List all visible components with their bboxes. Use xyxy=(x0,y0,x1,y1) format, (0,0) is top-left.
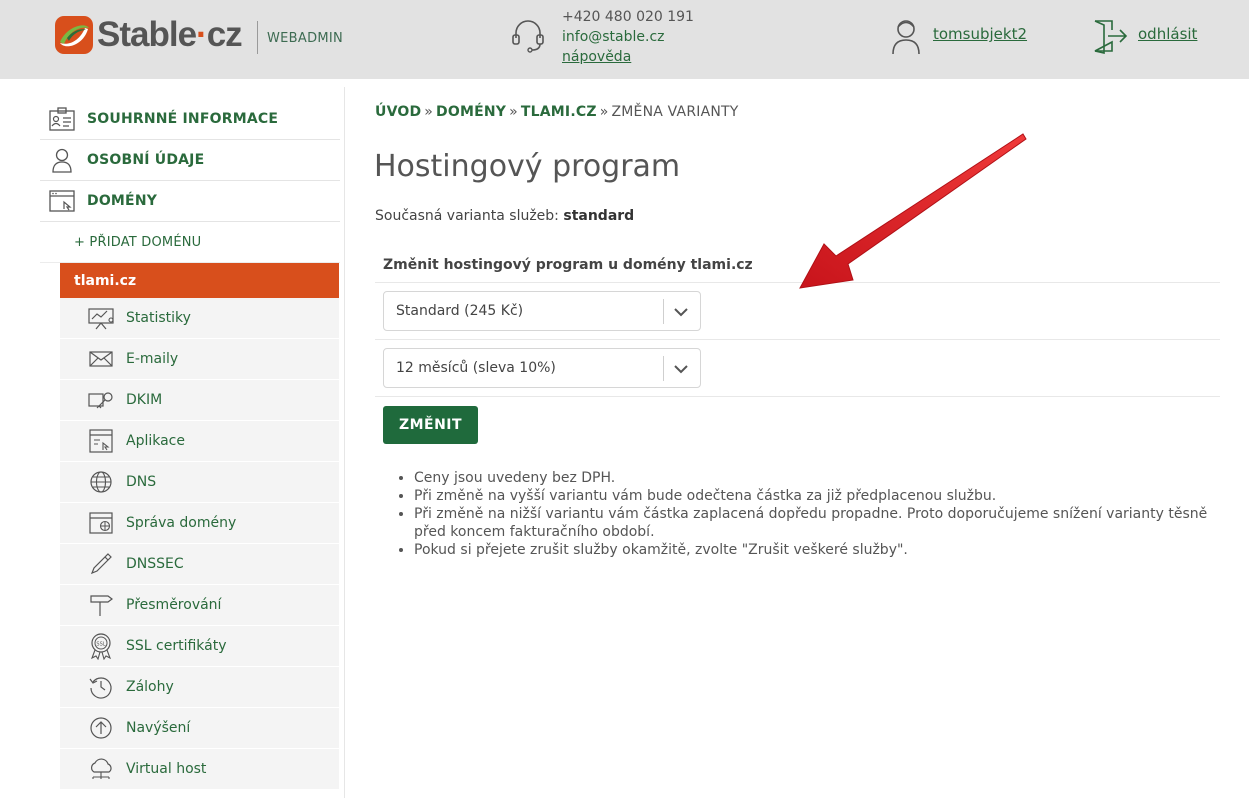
presentation-chart-icon xyxy=(87,304,115,332)
backup-clock-icon xyxy=(87,673,115,701)
note-item: Při změně na nižší variantu vám částka z… xyxy=(414,505,1224,541)
cloud-host-icon xyxy=(87,755,115,783)
current-variant: Současná varianta služeb: standard xyxy=(375,208,634,224)
logo-name: Stable xyxy=(97,15,197,54)
stable-logo[interactable]: Stable·cz xyxy=(55,15,243,55)
subnav-item-label: SSL certifikáty xyxy=(126,638,227,654)
breadcrumb-separator: » xyxy=(424,104,434,120)
breadcrumb-home[interactable]: ÚVOD xyxy=(375,104,421,120)
chevron-down-icon xyxy=(674,365,688,374)
subnav-item-label: Navýšení xyxy=(126,720,191,736)
change-button[interactable]: ZMĚNIT xyxy=(383,406,478,444)
domain-window-icon xyxy=(87,509,115,537)
subnav-item-label: DKIM xyxy=(126,392,163,408)
chevron-down-icon xyxy=(674,308,688,317)
current-variant-label: Současná varianta služeb: xyxy=(375,208,559,224)
current-variant-value: standard xyxy=(563,208,635,224)
breadcrumb-domains[interactable]: DOMÉNY xyxy=(436,104,506,120)
period-select[interactable]: 12 měsíců (sleva 10%) xyxy=(383,348,701,388)
annotation-arrow-icon xyxy=(799,133,1027,289)
subnav-item-label: Přesměrování xyxy=(126,597,222,613)
subnav-item-upgrade[interactable]: Navýšení xyxy=(60,708,339,749)
sidebar-item-label: SOUHRNNÉ INFORMACE xyxy=(87,111,279,127)
sidebar-item-summary[interactable]: SOUHRNNÉ INFORMACE xyxy=(40,99,340,140)
sidebar-item-domains[interactable]: DOMÉNY xyxy=(40,181,340,222)
subnav-item-label: Zálohy xyxy=(126,679,174,695)
page-title: Hostingový program xyxy=(374,149,681,184)
sidebar-item-personal[interactable]: OSOBNÍ ÚDAJE xyxy=(40,140,340,181)
subnav-item-redirects[interactable]: Přesměrování xyxy=(60,585,339,626)
key-icon xyxy=(87,386,115,414)
globe-icon xyxy=(87,468,115,496)
subnav-item-emails[interactable]: E-maily xyxy=(60,339,339,380)
period-row: 12 měsíců (sleva 10%) xyxy=(375,340,1220,397)
subnav-item-label: DNS xyxy=(126,474,157,490)
logout-icon xyxy=(1094,20,1128,54)
program-select-value: Standard (245 Kč) xyxy=(396,303,524,319)
breadcrumb-separator: » xyxy=(509,104,518,120)
logo-tld: cz xyxy=(206,15,243,54)
phone-number: +420 480 020 191 xyxy=(562,9,694,25)
logout-link[interactable]: odhlásit xyxy=(1138,25,1197,43)
header: Stable·cz WEBADMIN +420 480 020 191 info… xyxy=(0,0,1249,79)
add-domain-link[interactable]: + PŘIDAT DOMÉNU xyxy=(40,222,340,263)
pen-icon xyxy=(87,550,115,578)
support-icon xyxy=(512,20,544,53)
subnav-item-backups[interactable]: Zálohy xyxy=(60,667,339,708)
ssl-badge-icon: SSL xyxy=(87,632,115,660)
summary-card-icon xyxy=(48,105,76,133)
sidebar-divider xyxy=(344,87,345,798)
period-select-value: 12 měsíců (sleva 10%) xyxy=(396,360,556,376)
sidebar-item-label: OSOBNÍ ÚDAJE xyxy=(87,152,205,168)
stable-logo-mark xyxy=(55,16,93,54)
subnav-item-statistics[interactable]: Statistiky xyxy=(60,298,339,339)
submit-row: ZMĚNIT xyxy=(375,397,1220,454)
active-domain-item[interactable]: tlami.cz xyxy=(60,263,339,298)
subnav-item-label: DNSSEC xyxy=(126,556,184,572)
subnav-item-label: Správa domény xyxy=(126,515,237,531)
subnav-item-dns[interactable]: DNS xyxy=(60,462,339,503)
svg-text:SSL: SSL xyxy=(96,642,105,648)
subnav-item-label: E-maily xyxy=(126,351,179,367)
app-window-icon xyxy=(87,427,115,455)
note-item: Ceny jsou uvedeny bez DPH. xyxy=(414,469,1224,487)
subnav-item-label: Virtual host xyxy=(126,761,207,777)
help-link[interactable]: nápověda xyxy=(562,47,694,67)
program-select[interactable]: Standard (245 Kč) xyxy=(383,291,701,331)
subnav-item-dkim[interactable]: DKIM xyxy=(60,380,339,421)
signpost-icon xyxy=(87,591,115,619)
username-link[interactable]: tomsubjekt2 xyxy=(933,25,1027,43)
subnav-item-ssl[interactable]: SSL SSL certifikáty xyxy=(60,626,339,667)
subnav-item-label: Aplikace xyxy=(126,433,185,449)
select-divider xyxy=(663,356,664,381)
email-link[interactable]: info@stable.cz xyxy=(562,27,694,47)
breadcrumb: ÚVOD» DOMÉNY» TLAMI.CZ» ZMĚNA VARIANTY xyxy=(375,104,739,120)
breadcrumb-domain[interactable]: TLAMI.CZ xyxy=(521,104,597,120)
contact-info: +420 480 020 191 info@stable.cz nápověda xyxy=(562,7,694,67)
subnav-item-dnssec[interactable]: DNSSEC xyxy=(60,544,339,585)
logo-divider xyxy=(257,21,258,54)
sidebar-item-label: DOMÉNY xyxy=(87,193,158,209)
webadmin-label: WEBADMIN xyxy=(267,31,344,46)
browser-window-icon xyxy=(48,187,76,215)
subnav-item-apps[interactable]: Aplikace xyxy=(60,421,339,462)
note-item: Pokud si přejete zrušit služby okamžitě,… xyxy=(414,541,1224,559)
upgrade-arrow-icon xyxy=(87,714,115,742)
subnav-item-domain-management[interactable]: Správa domény xyxy=(60,503,339,544)
logo-dot: · xyxy=(196,15,208,54)
subnav-item-label: Statistiky xyxy=(126,310,191,326)
select-divider xyxy=(663,299,664,324)
logo-wordmark: Stable·cz xyxy=(97,15,243,55)
subnav-item-virtual-host[interactable]: Virtual host xyxy=(60,749,339,790)
note-item: Při změně na vyšší variantu vám bude ode… xyxy=(414,487,1224,505)
sidebar: SOUHRNNÉ INFORMACE OSOBNÍ ÚDAJE DOMÉNY +… xyxy=(40,99,340,790)
breadcrumb-current: ZMĚNA VARIANTY xyxy=(611,104,739,120)
envelope-icon xyxy=(87,345,115,373)
user-icon xyxy=(892,20,920,55)
domain-subnav: Statistiky E-maily DKIM Aplikace DNS Spr… xyxy=(60,298,339,790)
notes-list: Ceny jsou uvedeny bez DPH. Při změně na … xyxy=(414,469,1224,559)
person-icon xyxy=(48,146,76,174)
breadcrumb-separator: » xyxy=(599,104,609,120)
